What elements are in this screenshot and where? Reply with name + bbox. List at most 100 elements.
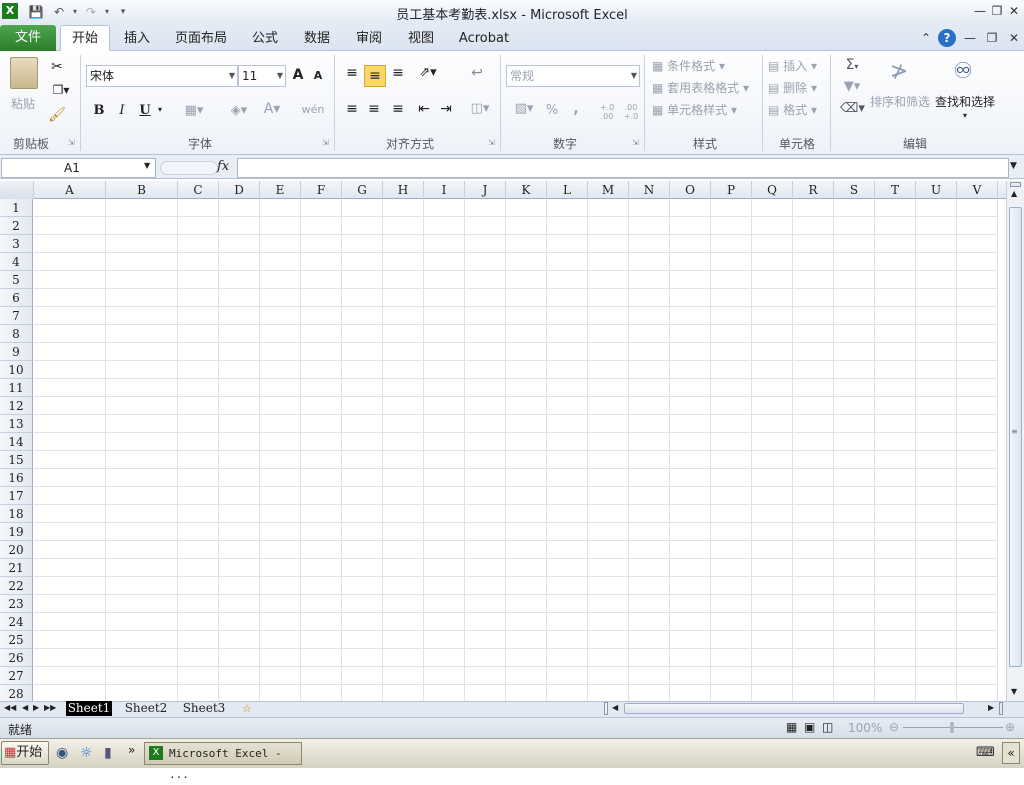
column-header-n[interactable]: N [629, 181, 670, 199]
insert-cells-button[interactable]: ▤ 插入 ▾ [768, 57, 824, 74]
row-header-15[interactable]: 15 [0, 451, 33, 469]
column-header-f[interactable]: F [301, 181, 342, 199]
sheet-tab-1[interactable]: Sheet1 [66, 701, 112, 716]
row-header-5[interactable]: 5 [0, 271, 33, 289]
tab-formulas[interactable]: 公式 [244, 29, 286, 49]
column-header-a[interactable]: A [34, 181, 106, 199]
zoom-in-icon[interactable]: ⊕ [1005, 720, 1015, 734]
insert-function-button[interactable]: fx [217, 159, 229, 174]
formula-input[interactable] [237, 158, 1009, 178]
italic-button[interactable]: I [113, 103, 131, 118]
row-header-16[interactable]: 16 [0, 469, 33, 487]
align-left-icon[interactable]: ≡ [342, 101, 362, 117]
merge-center-icon[interactable]: ◫▾ [466, 101, 494, 116]
font-name-combo[interactable]: 宋体 ▼ [86, 65, 238, 87]
row-header-1[interactable]: 1 [0, 199, 33, 217]
row-header-22[interactable]: 22 [0, 577, 33, 595]
column-header-q[interactable]: Q [752, 181, 793, 199]
hscroll-left-icon[interactable]: ◀ [612, 703, 618, 712]
paste-icon[interactable] [10, 57, 38, 89]
format-as-table-button[interactable]: ▦ 套用表格格式 ▾ [652, 79, 758, 96]
sort-filter-icon[interactable]: ≯ [882, 57, 916, 87]
column-header-d[interactable]: D [219, 181, 260, 199]
decrease-indent-icon[interactable]: ⇤ [414, 101, 434, 117]
column-header-m[interactable]: M [588, 181, 629, 199]
row-header-9[interactable]: 9 [0, 343, 33, 361]
copy-icon[interactable]: ❐▾ [48, 83, 74, 97]
scroll-down-icon[interactable]: ▼ [1011, 687, 1017, 696]
clear-icon[interactable]: ⌫▾ [840, 101, 865, 116]
bold-button[interactable]: B [90, 103, 108, 118]
cut-icon[interactable]: ✂ [48, 59, 66, 75]
first-sheet-icon[interactable]: ◀◀ [4, 703, 16, 712]
column-header-t[interactable]: T [875, 181, 916, 199]
row-header-17[interactable]: 17 [0, 487, 33, 505]
top-align-icon[interactable]: ≡ [342, 65, 362, 81]
increase-indent-icon[interactable]: ⇥ [436, 101, 456, 117]
row-header-4[interactable]: 4 [0, 253, 33, 271]
column-header-h[interactable]: H [383, 181, 424, 199]
scroll-up-icon[interactable]: ▲ [1011, 189, 1017, 198]
sheet-tab-2[interactable]: Sheet2 [122, 701, 170, 716]
wrap-text-icon[interactable]: ↩ [466, 65, 488, 81]
column-header-r[interactable]: R [793, 181, 834, 199]
page-layout-view-icon[interactable]: ▣ [804, 720, 815, 734]
name-box[interactable]: A1 [1, 158, 156, 178]
start-button[interactable]: ▦开始 [1, 741, 49, 765]
shrink-font-button[interactable]: A [311, 69, 325, 82]
tab-insert[interactable]: 插入 [116, 29, 158, 49]
split-box-icon[interactable] [1010, 182, 1021, 187]
column-header-s[interactable]: S [834, 181, 875, 199]
column-header-l[interactable]: L [547, 181, 588, 199]
font-size-combo[interactable]: 11 ▼ [238, 65, 286, 87]
row-header-3[interactable]: 3 [0, 235, 33, 253]
find-select-icon[interactable]: ♾ [948, 57, 978, 87]
tab-view[interactable]: 视图 [400, 29, 442, 49]
underline-button[interactable]: U [136, 103, 154, 118]
horizontal-scroll-thumb[interactable] [624, 703, 964, 714]
keyboard-tray-icon[interactable]: ⌨ [976, 745, 995, 760]
prev-sheet-icon[interactable]: ◀ [22, 703, 28, 712]
row-header-28[interactable]: 28 [0, 685, 33, 701]
number-format-combo[interactable]: 常规 ▼ [506, 65, 640, 87]
align-center-icon[interactable]: ≡ [364, 101, 384, 117]
column-header-u[interactable]: U [916, 181, 957, 199]
sheet-tab-3[interactable]: Sheet3 [180, 701, 228, 716]
row-header-13[interactable]: 13 [0, 415, 33, 433]
row-header-6[interactable]: 6 [0, 289, 33, 307]
row-header-26[interactable]: 26 [0, 649, 33, 667]
underline-dropdown-icon[interactable]: ▾ [156, 105, 164, 114]
delete-cells-button[interactable]: ▤ 删除 ▾ [768, 79, 824, 96]
tab-data[interactable]: 数据 [296, 29, 338, 49]
show-hidden-tray-button[interactable]: « [1002, 742, 1020, 764]
find-select-button[interactable]: 查找和选择 [932, 93, 998, 110]
column-header-v[interactable]: V [957, 181, 998, 199]
tab-page-layout[interactable]: 页面布局 [170, 29, 232, 49]
column-header-g[interactable]: G [342, 181, 383, 199]
quicklaunch-more-icon[interactable]: » [128, 743, 135, 757]
paste-button[interactable]: 粘贴 [6, 95, 40, 112]
middle-align-icon[interactable]: ≡ [364, 65, 386, 87]
last-sheet-icon[interactable]: ▶▶ [44, 703, 56, 712]
row-header-18[interactable]: 18 [0, 505, 33, 523]
restore-workbook-icon[interactable]: ❐ [984, 31, 1000, 45]
row-header-10[interactable]: 10 [0, 361, 33, 379]
fill-icon[interactable]: ▼▾ [840, 79, 864, 94]
formula-bar-handle[interactable] [160, 161, 218, 175]
bottom-align-icon[interactable]: ≡ [388, 65, 408, 81]
alignment-launcher-icon[interactable]: ⇲ [488, 138, 495, 147]
minimize-workbook-icon[interactable]: — [962, 31, 978, 45]
name-box-dropdown-icon[interactable]: ▼ [144, 161, 150, 170]
tab-acrobat[interactable]: Acrobat [454, 29, 514, 49]
align-right-icon[interactable]: ≡ [388, 101, 408, 117]
cell-styles-button[interactable]: ▦ 单元格样式 ▾ [652, 101, 756, 118]
conditional-format-button[interactable]: ▦ 条件格式 ▾ [652, 57, 756, 74]
vertical-scrollbar[interactable]: ▲ ≡ ▼ [1006, 181, 1024, 701]
phonetic-button[interactable]: wén [298, 103, 328, 116]
quicklaunch-ie-icon[interactable]: ☼ [80, 745, 93, 761]
font-color-button[interactable]: A▾ [258, 101, 286, 117]
sort-filter-button[interactable]: 排序和筛选 [868, 93, 932, 110]
find-select-dropdown-icon[interactable]: ▾ [960, 111, 970, 120]
clipboard-launcher-icon[interactable]: ⇲ [68, 138, 75, 147]
comma-button[interactable]: , [570, 101, 582, 117]
